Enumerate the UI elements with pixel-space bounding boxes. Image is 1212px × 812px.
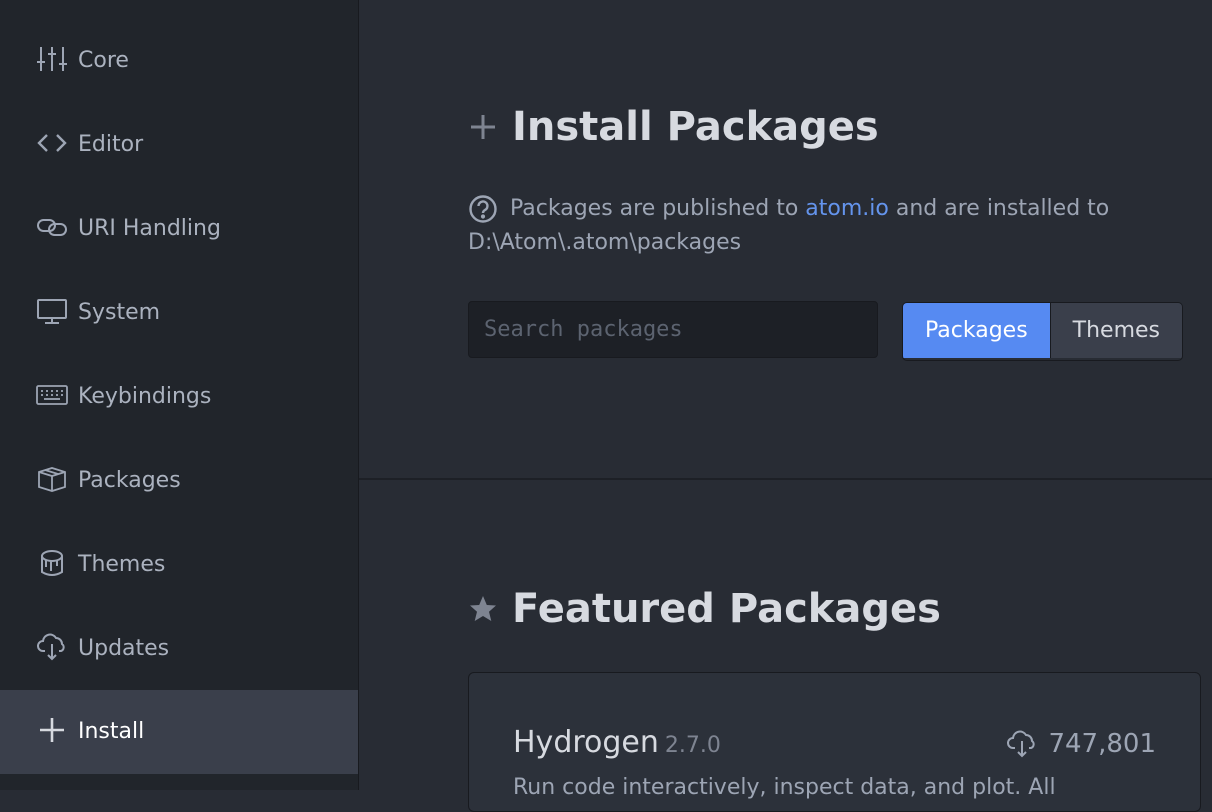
download-count-value: 747,801 <box>1048 729 1156 759</box>
sidebar-item-label: Updates <box>78 636 170 661</box>
section-divider <box>359 478 1212 480</box>
package-version: 2.7.0 <box>664 733 721 758</box>
info-suffix: and are installed to <box>888 196 1110 221</box>
install-path: D:\Atom\.atom\packages <box>468 230 742 255</box>
sidebar-item-label: URI Handling <box>78 216 221 241</box>
sidebar-item-core[interactable]: Core <box>0 19 358 103</box>
install-title: Install Packages <box>512 104 879 150</box>
sidebar-item-themes[interactable]: Themes <box>0 523 358 607</box>
star-icon <box>468 594 498 624</box>
plus-icon <box>468 112 498 142</box>
link-icon <box>36 211 68 243</box>
sidebar-item-install[interactable]: Install <box>0 690 358 774</box>
keyboard-icon <box>36 379 68 411</box>
code-icon <box>36 127 68 159</box>
atom-io-link[interactable]: atom.io <box>805 196 889 221</box>
sidebar-item-label: Themes <box>78 552 166 577</box>
sidebar-item-system[interactable]: System <box>0 271 358 355</box>
question-icon <box>468 194 498 224</box>
sidebar-item-uri-handling[interactable]: URI Handling <box>0 187 358 271</box>
settings-sliders-icon <box>36 43 68 75</box>
install-heading: Install Packages <box>468 104 879 150</box>
sidebar-item-label: Packages <box>78 468 181 493</box>
sidebar-item-label: Core <box>78 48 129 73</box>
sidebar-item-label: Keybindings <box>78 384 212 409</box>
featured-heading: Featured Packages <box>468 586 941 632</box>
package-name-row: Hydrogen 2.7.0 <box>513 725 721 760</box>
cloud-download-icon <box>1006 729 1038 759</box>
packages-toggle-button[interactable]: Packages <box>903 303 1050 358</box>
install-panel: Install Packages Packages are published … <box>359 0 1212 812</box>
sidebar-item-updates[interactable]: Updates <box>0 607 358 691</box>
package-description: Run code interactively, inspect data, an… <box>513 775 1056 800</box>
sidebar-item-label: System <box>78 300 161 325</box>
plus-icon <box>36 714 68 746</box>
sidebar-item-label: Install <box>78 719 145 744</box>
package-type-toggle: Packages Themes <box>902 302 1184 361</box>
package-card[interactable]: Hydrogen 2.7.0 747,801 Run code interacti… <box>468 672 1201 812</box>
cloud-download-icon <box>36 631 68 663</box>
sidebar-item-editor[interactable]: Editor <box>0 103 358 187</box>
sidebar-item-label: Editor <box>78 132 144 157</box>
install-info: Packages are published to atom.io and ar… <box>468 192 1168 260</box>
settings-sidebar: Core Editor URI Handling System Keybindi… <box>0 0 359 790</box>
sidebar-item-packages[interactable]: Packages <box>0 439 358 523</box>
sidebar-item-keybindings[interactable]: Keybindings <box>0 355 358 439</box>
info-prefix: Packages are published to <box>510 196 806 221</box>
search-input[interactable]: Search packages <box>468 301 878 358</box>
paintcan-icon <box>36 547 68 579</box>
themes-toggle-button[interactable]: Themes <box>1049 303 1183 358</box>
monitor-icon <box>36 295 68 327</box>
featured-title: Featured Packages <box>512 586 941 632</box>
download-count: 747,801 <box>1006 729 1156 759</box>
package-icon <box>36 463 68 495</box>
package-name[interactable]: Hydrogen <box>513 725 659 760</box>
